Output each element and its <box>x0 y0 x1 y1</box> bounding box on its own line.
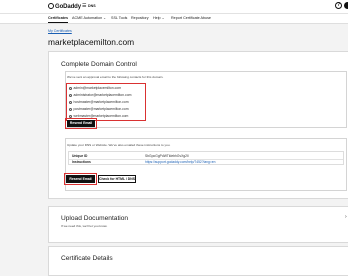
domain-control-card: Complete Domain Control We've sent an ap… <box>48 51 348 199</box>
upload-subtitle: If we need this, we'll let you know. <box>61 224 108 228</box>
section-title: Complete Domain Control <box>61 61 137 68</box>
upload-title: Upload Documentation <box>61 215 129 222</box>
tab-certificates[interactable]: Certificates <box>48 16 68 20</box>
resend-email-button[interactable]: Resend Email <box>67 120 95 127</box>
account-icon[interactable] <box>344 2 348 9</box>
top-bar: GoDaddy ☰ DNS ? <box>0 0 348 14</box>
email-option-postmaster[interactable]: postmaster@marketplacemilton.com <box>69 107 129 111</box>
radio-icon <box>69 86 72 90</box>
active-tab-indicator <box>48 22 68 23</box>
unique-id-value: SbGpoGgPdWTkIebhGvXg2ll <box>145 153 189 158</box>
help-icon[interactable]: ? <box>335 2 342 9</box>
verification-details: Unique ID SbGpoGgPdWTkIebhGvXg2ll Instru… <box>68 151 344 165</box>
details-title: Certificate Details <box>61 255 113 262</box>
tab-repository[interactable]: Repository <box>131 16 149 20</box>
unique-id-label: Unique ID <box>72 153 88 158</box>
chevron-right-icon[interactable]: › <box>345 214 347 220</box>
godaddy-logo-icon <box>48 3 54 9</box>
email-option-hostmaster[interactable]: hostmaster@marketplacemilton.com <box>69 100 129 104</box>
menu-icon[interactable]: ☰ <box>82 3 86 9</box>
tab-report-abuse[interactable]: Report Certificate Abuse <box>171 16 211 20</box>
page-title: marketplacemilton.com <box>48 37 135 47</box>
resend-email-button-2[interactable]: Resend Email <box>66 175 95 183</box>
godaddy-logo[interactable]: GoDaddy <box>48 3 81 10</box>
certificate-details-card[interactable]: Certificate Details <box>48 246 348 276</box>
email-option-admin[interactable]: admin@marketplacemilton.com <box>69 86 121 90</box>
upload-documentation-card[interactable]: Upload Documentation If we need this, we… <box>48 206 348 243</box>
approver-email-list: admin@marketplacemilton.com administrato… <box>66 83 146 121</box>
product-menu-label[interactable]: DNS <box>88 4 96 8</box>
check-html-dns-button[interactable]: Check for HTML / DNS <box>98 175 136 183</box>
radio-icon <box>69 93 72 97</box>
radio-icon <box>69 107 72 111</box>
radio-icon <box>69 100 72 104</box>
breadcrumb[interactable]: My Certificates <box>48 29 72 33</box>
dns-instructions: Update your DNS or Website. We've also e… <box>67 143 171 147</box>
tab-ssl-tools[interactable]: SSL Tools <box>111 16 127 20</box>
sub-navigation: Certificates ACME Automation ⌄ SSL Tools… <box>0 14 348 24</box>
instructions-label: Instructions <box>72 160 91 164</box>
instructions-link[interactable]: https://support.godaddy.com/help/7452?la… <box>145 160 215 164</box>
approval-instructions: We've sent an approval email to the foll… <box>67 75 164 79</box>
tab-acme-automation[interactable]: ACME Automation ⌄ <box>72 16 106 20</box>
tab-help[interactable]: Help ⌄ <box>153 16 165 20</box>
email-option-administrator[interactable]: administrator@marketplacemilton.com <box>69 93 131 97</box>
